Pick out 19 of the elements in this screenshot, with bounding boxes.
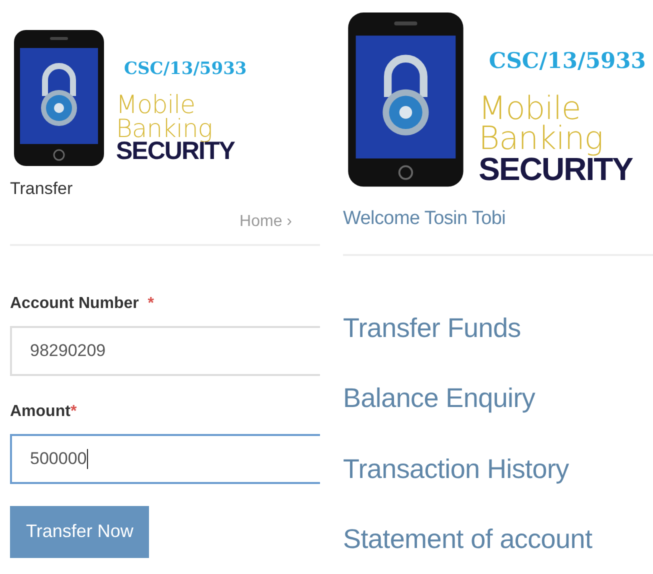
logo-subtitle-text: SECURITY [116,140,236,164]
logo-code-text: CSC/13/5933 [488,52,646,72]
field-label: Account Number * [10,294,156,314]
welcome-text: Welcome Tosin Tobi [343,207,507,232]
logo-code-text: CSC/13/5933 [124,60,247,77]
field-label: Amount* [10,402,78,422]
menu-link[interactable]: Transfer Funds [343,308,521,348]
logo-title-text: Banking [116,116,212,140]
menu-link[interactable]: Balance Enquiry [343,378,536,419]
page-title: Transfer [10,178,74,200]
input-field[interactable]: 98290209 [10,326,320,376]
logo-title-text: Mobile [478,92,581,124]
input-field[interactable]: 500000 [10,434,320,484]
logo-title-text: Mobile [116,92,196,116]
menu-link[interactable]: Statement of account [343,519,592,560]
transfer-now-button[interactable]: Transfer Now [10,506,150,558]
menu-link[interactable]: Transaction History [343,448,569,490]
breadcrumb-link[interactable]: Home › [240,210,292,234]
logo-title-text: Banking [478,123,604,154]
